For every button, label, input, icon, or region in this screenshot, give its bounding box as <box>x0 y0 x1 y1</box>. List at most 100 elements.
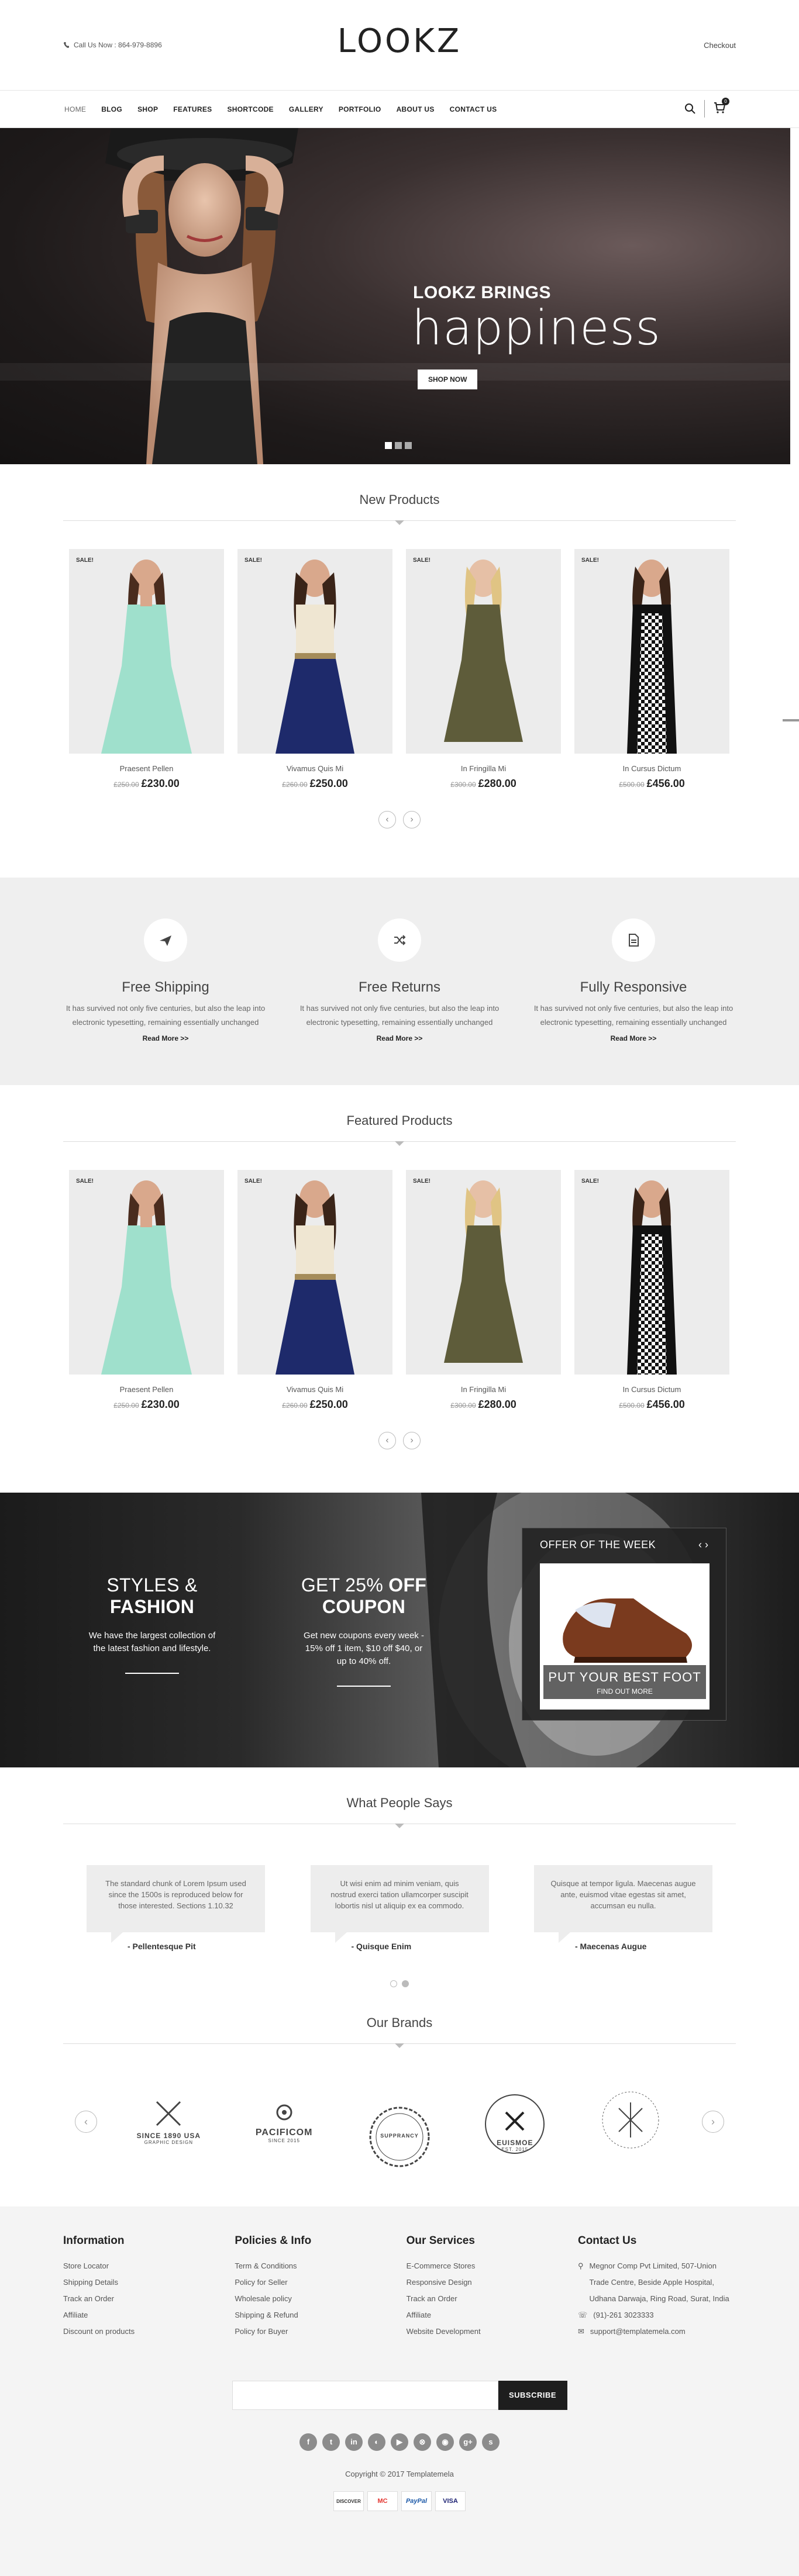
footer-link[interactable]: E-Commerce Stores <box>407 2258 564 2274</box>
brand-logo[interactable]: PACIFICOM SINCE 2015 <box>240 2101 328 2143</box>
prev-arrow-icon[interactable]: ‹ <box>378 1432 396 1449</box>
nav-item-about[interactable]: ABOUT US <box>397 105 435 113</box>
product-name[interactable]: Vivamus Quis Mi <box>237 764 392 773</box>
twitter-icon[interactable]: t <box>322 2433 340 2451</box>
offer-prev-icon[interactable]: ‹ <box>698 1539 702 1551</box>
find-out-more-link[interactable]: FIND OUT MORE <box>543 1687 706 1696</box>
footer-link[interactable]: Track an Order <box>63 2291 221 2307</box>
brands-prev-icon[interactable]: ‹ <box>75 2111 97 2133</box>
product-card[interactable]: SALE! Vivamus Quis Mi £260.00 £250.00 <box>237 1170 392 1411</box>
testimonial-dot-2[interactable] <box>402 1980 409 1987</box>
next-arrow-icon[interactable]: › <box>403 811 421 828</box>
next-arrow-icon[interactable]: › <box>403 1432 421 1449</box>
footer-link[interactable]: Policy for Seller <box>235 2274 392 2291</box>
product-card[interactable]: SALE! Praesent Pellen £250.00 £230.00 <box>69 549 224 790</box>
facebook-icon[interactable]: f <box>299 2433 317 2451</box>
product-card[interactable]: SALE! Vivamus Quis Mi £260.00 £250.00 <box>237 549 392 790</box>
pinterest-icon[interactable]: ⊗ <box>414 2433 431 2451</box>
nav-item-home[interactable]: HOME <box>64 105 86 113</box>
product-image[interactable]: SALE! <box>574 1170 729 1375</box>
brand-logo[interactable] <box>587 2088 674 2156</box>
read-more-link[interactable]: Read More >> <box>297 1034 502 1042</box>
nav-item-portfolio[interactable]: PORTFOLIO <box>339 105 381 113</box>
nav-item-shop[interactable]: SHOP <box>137 105 158 113</box>
product-card[interactable]: SALE! In Cursus Dictum £500.00 £456.00 <box>574 1170 729 1411</box>
footer-col-title: Our Services <box>406 2235 475 2247</box>
offer-image[interactable]: PUT YOUR BEST FOOT FIND OUT MORE <box>540 1563 710 1710</box>
product-name[interactable]: Praesent Pellen <box>69 1385 224 1394</box>
discover-card-icon: DISCOVER <box>333 2491 364 2511</box>
product-image[interactable]: SALE! <box>69 549 224 754</box>
search-icon[interactable] <box>684 103 696 115</box>
product-price: £250.00 £230.00 <box>69 778 224 790</box>
footer-link[interactable]: Policy for Buyer <box>235 2323 392 2340</box>
footer-link[interactable]: Shipping & Refund <box>235 2307 392 2323</box>
product-image[interactable]: SALE! <box>237 549 392 754</box>
testimonial-dot-1[interactable] <box>390 1980 397 1987</box>
product-card[interactable]: SALE! In Fringilla Mi £300.00 £280.00 <box>406 1170 561 1411</box>
product-image[interactable]: SALE! <box>406 549 561 754</box>
brand-logo[interactable]: SUPPRANCY <box>356 2105 443 2167</box>
product-image[interactable]: SALE! <box>406 1170 561 1375</box>
product-name[interactable]: In Fringilla Mi <box>406 1385 561 1394</box>
side-scroll-handle[interactable] <box>783 719 799 721</box>
nav-item-gallery[interactable]: GALLERY <box>289 105 323 113</box>
read-more-link[interactable]: Read More >> <box>531 1034 736 1042</box>
nav-item-blog[interactable]: BLOG <box>101 105 122 113</box>
skype-icon[interactable]: s <box>482 2433 500 2451</box>
hero-dot-2[interactable] <box>395 442 402 449</box>
footer-link[interactable]: Affiliate <box>63 2307 221 2323</box>
ship-wheel-logo <box>276 2104 292 2120</box>
prev-arrow-icon[interactable]: ‹ <box>378 811 396 828</box>
product-name[interactable]: In Fringilla Mi <box>406 764 561 773</box>
product-card[interactable]: SALE! In Cursus Dictum £500.00 £456.00 <box>574 549 729 790</box>
linkedin-icon[interactable]: in <box>345 2433 363 2451</box>
nav-item-features[interactable]: FEATURES <box>173 105 212 113</box>
dribbble-icon[interactable]: ◐ <box>368 2433 385 2451</box>
paypal-icon: PayPal <box>401 2491 432 2511</box>
product-name[interactable]: Praesent Pellen <box>69 764 224 773</box>
footer-link[interactable]: Store Locator <box>63 2258 221 2274</box>
hero-dot-3[interactable] <box>405 442 412 449</box>
product-image[interactable]: SALE! <box>574 549 729 754</box>
footer-link[interactable]: Wholesale policy <box>235 2291 392 2307</box>
nav-item-shortcode[interactable]: SHORTCODE <box>227 105 273 113</box>
sale-badge: SALE! <box>581 557 599 564</box>
product-card[interactable]: SALE! In Fringilla Mi £300.00 £280.00 <box>406 549 561 790</box>
google-plus-icon[interactable]: g+ <box>459 2433 477 2451</box>
footer-link[interactable]: Responsive Design <box>407 2274 564 2291</box>
footer-link[interactable]: Website Development <box>407 2323 564 2340</box>
instagram-icon[interactable]: ◉ <box>436 2433 454 2451</box>
brands-next-icon[interactable]: › <box>701 2111 724 2133</box>
old-price: £300.00 <box>450 781 476 789</box>
hero-dot-1[interactable] <box>385 442 392 449</box>
footer-col-policies: Policies & Info Term & Conditions Policy… <box>235 2235 392 2340</box>
product-name[interactable]: In Cursus Dictum <box>574 1385 729 1394</box>
checkout-link[interactable]: Checkout <box>704 41 736 50</box>
shop-now-button[interactable]: SHOP NOW <box>418 370 478 389</box>
product-name[interactable]: Vivamus Quis Mi <box>237 1385 392 1394</box>
read-more-link[interactable]: Read More >> <box>63 1034 268 1042</box>
footer-link[interactable]: Track an Order <box>407 2291 564 2307</box>
newsletter-email-input[interactable] <box>232 2381 498 2410</box>
product-name[interactable]: In Cursus Dictum <box>574 764 729 773</box>
nav-item-contact[interactable]: CONTACT US <box>450 105 497 113</box>
offer-next-icon[interactable]: › <box>705 1539 708 1551</box>
product-card[interactable]: SALE! Praesent Pellen £250.00 £230.00 <box>69 1170 224 1411</box>
footer-link[interactable]: Shipping Details <box>63 2274 221 2291</box>
brand-logo[interactable]: SINCE 1890 USA GRAPHIC DESIGN <box>125 2099 212 2145</box>
styles-fashion-title: STYLES & FASHION <box>106 1574 198 1617</box>
brand-logo[interactable]: EUISMOE EST. 2015 <box>471 2092 559 2154</box>
product-image[interactable]: SALE! <box>69 1170 224 1375</box>
subscribe-button[interactable]: SUBSCRIBE <box>498 2381 567 2410</box>
old-price: £500.00 <box>619 1401 645 1410</box>
footer-link[interactable]: Affiliate <box>407 2307 564 2323</box>
cart-button[interactable]: 0 <box>713 97 729 117</box>
footer-col-contact: Contact Us ⚲ Megnor Comp Pvt Limited, 507… <box>578 2235 736 2340</box>
youtube-icon[interactable]: ▶ <box>391 2433 408 2451</box>
footer-link[interactable]: Discount on products <box>63 2323 221 2340</box>
footer-link[interactable]: Term & Conditions <box>235 2258 392 2274</box>
product-image[interactable]: SALE! <box>237 1170 392 1375</box>
site-logo[interactable]: LOOKZ <box>0 22 799 60</box>
contact-email[interactable]: ✉ support@templatemela.com <box>578 2323 736 2340</box>
